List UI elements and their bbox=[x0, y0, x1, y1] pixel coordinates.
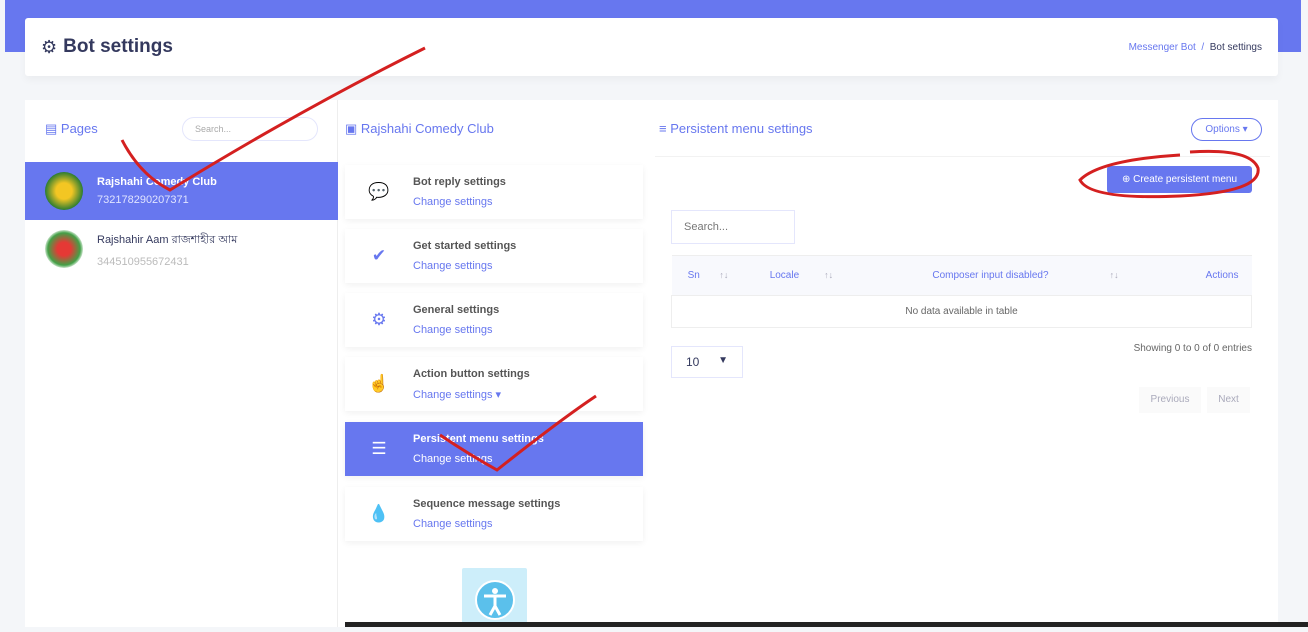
settings-card-persistent-menu[interactable]: ☰ Persistent menu settings Change settings bbox=[345, 422, 643, 476]
gear-icon: ⚙ bbox=[371, 310, 387, 329]
column-header-sn[interactable]: Sn ↑↓ bbox=[671, 255, 745, 296]
page-item[interactable]: Rajshahir Aam রাজশাহীর আম 344510955672431 bbox=[25, 220, 338, 278]
settings-card-action-button[interactable]: ☝ Action button settings Change settings ▾ bbox=[345, 357, 643, 411]
plus-circle-icon: ⊕ bbox=[1121, 174, 1134, 185]
persistent-menu-table: Sn ↑↓ Locale ↑↓ Composer input disabled?… bbox=[671, 255, 1252, 328]
card-title: Action button settings bbox=[413, 367, 530, 380]
table-info: Showing 0 to 0 of 0 entries bbox=[1133, 343, 1252, 354]
card-title: Bot reply settings bbox=[413, 176, 506, 188]
page-length-select[interactable]: 10 ▼ bbox=[671, 346, 743, 378]
selected-page-title: Rajshahi Comedy Club bbox=[360, 121, 494, 136]
sort-icon: ↑↓ bbox=[824, 270, 834, 280]
section-header: ⚙ Bot settings Messenger Bot / Bot setti… bbox=[25, 18, 1278, 76]
breadcrumb-messenger-bot[interactable]: Messenger Bot bbox=[1129, 42, 1196, 53]
bars-icon: ≡ bbox=[659, 121, 671, 136]
settings-card-general[interactable]: ⚙ General settings Change settings bbox=[345, 293, 643, 347]
check-circle-icon: ✔ bbox=[371, 246, 387, 265]
card-title: Sequence message settings bbox=[413, 498, 561, 510]
column-header-actions: Actions bbox=[1192, 255, 1252, 296]
change-settings-dropdown[interactable]: Change settings ▾ bbox=[413, 388, 530, 401]
empty-table-message: No data available in table bbox=[671, 295, 1252, 328]
card-title: General settings bbox=[413, 304, 500, 316]
main-card: ▤ Pages Search... Rajshahi Comedy Club 73… bbox=[25, 100, 1278, 627]
change-settings-link[interactable]: Change settings bbox=[413, 260, 516, 272]
panel-title: Persistent menu settings bbox=[670, 121, 813, 136]
pages-search-input[interactable]: Search... bbox=[182, 117, 318, 141]
column-header-composer[interactable]: Composer input disabled? ↑↓ bbox=[858, 255, 1193, 296]
comments-icon: 💬 bbox=[368, 182, 390, 201]
table-search-input[interactable]: Search... bbox=[671, 210, 795, 244]
pages-panel: ▤ Pages Search... Rajshahi Comedy Club 73… bbox=[25, 100, 338, 627]
page-avatar bbox=[45, 172, 83, 210]
page-name: Rajshahi Comedy Club bbox=[97, 176, 217, 188]
bars-icon: ☰ bbox=[371, 439, 387, 458]
hand-pointer-icon: ☝ bbox=[368, 374, 390, 393]
previous-page-button[interactable]: Previous bbox=[1139, 387, 1201, 413]
facebook-icon: ▣ bbox=[345, 121, 361, 136]
card-title: Persistent menu settings bbox=[413, 433, 544, 445]
breadcrumb: Messenger Bot / Bot settings bbox=[1128, 41, 1262, 53]
page-title: Bot settings bbox=[63, 36, 173, 57]
page-id: 732178290207371 bbox=[97, 194, 189, 206]
card-title: Get started settings bbox=[413, 240, 517, 252]
column-header-locale[interactable]: Locale ↑↓ bbox=[744, 255, 859, 296]
sort-icon: ↑↓ bbox=[1109, 270, 1119, 280]
options-dropdown[interactable]: Options ▾ bbox=[1191, 118, 1262, 141]
change-settings-link[interactable]: Change settings bbox=[413, 453, 544, 465]
settings-card-bot-reply[interactable]: 💬 Bot reply settings Change settings bbox=[345, 165, 643, 219]
gears-icon: ⚙ bbox=[41, 36, 58, 57]
settings-card-get-started[interactable]: ✔ Get started settings Change settings bbox=[345, 229, 643, 283]
page-id: 344510955672431 bbox=[97, 255, 189, 268]
change-settings-link[interactable]: Change settings bbox=[413, 196, 506, 208]
change-settings-link[interactable]: Change settings bbox=[413, 518, 560, 530]
accessibility-button[interactable] bbox=[462, 568, 527, 627]
breadcrumb-current: Bot settings bbox=[1209, 41, 1262, 53]
taskbar bbox=[345, 622, 1308, 627]
list-icon: ▤ bbox=[45, 121, 61, 136]
page-avatar bbox=[45, 230, 83, 268]
create-persistent-menu-button[interactable]: ⊕ Create persistent menu bbox=[1107, 166, 1252, 193]
sort-icon: ↑↓ bbox=[719, 270, 729, 280]
page-item[interactable]: Rajshahi Comedy Club 732178290207371 bbox=[25, 162, 338, 220]
change-settings-link[interactable]: Change settings bbox=[413, 324, 499, 336]
divider bbox=[655, 156, 1270, 157]
droplet-icon: 💧 bbox=[368, 504, 390, 523]
pages-title: Pages bbox=[60, 121, 98, 136]
settings-card-sequence-message[interactable]: 💧 Sequence message settings Change setting… bbox=[345, 487, 643, 541]
next-page-button[interactable]: Next bbox=[1207, 387, 1250, 413]
page-name: Rajshahir Aam রাজশাহীর আম bbox=[97, 233, 238, 246]
